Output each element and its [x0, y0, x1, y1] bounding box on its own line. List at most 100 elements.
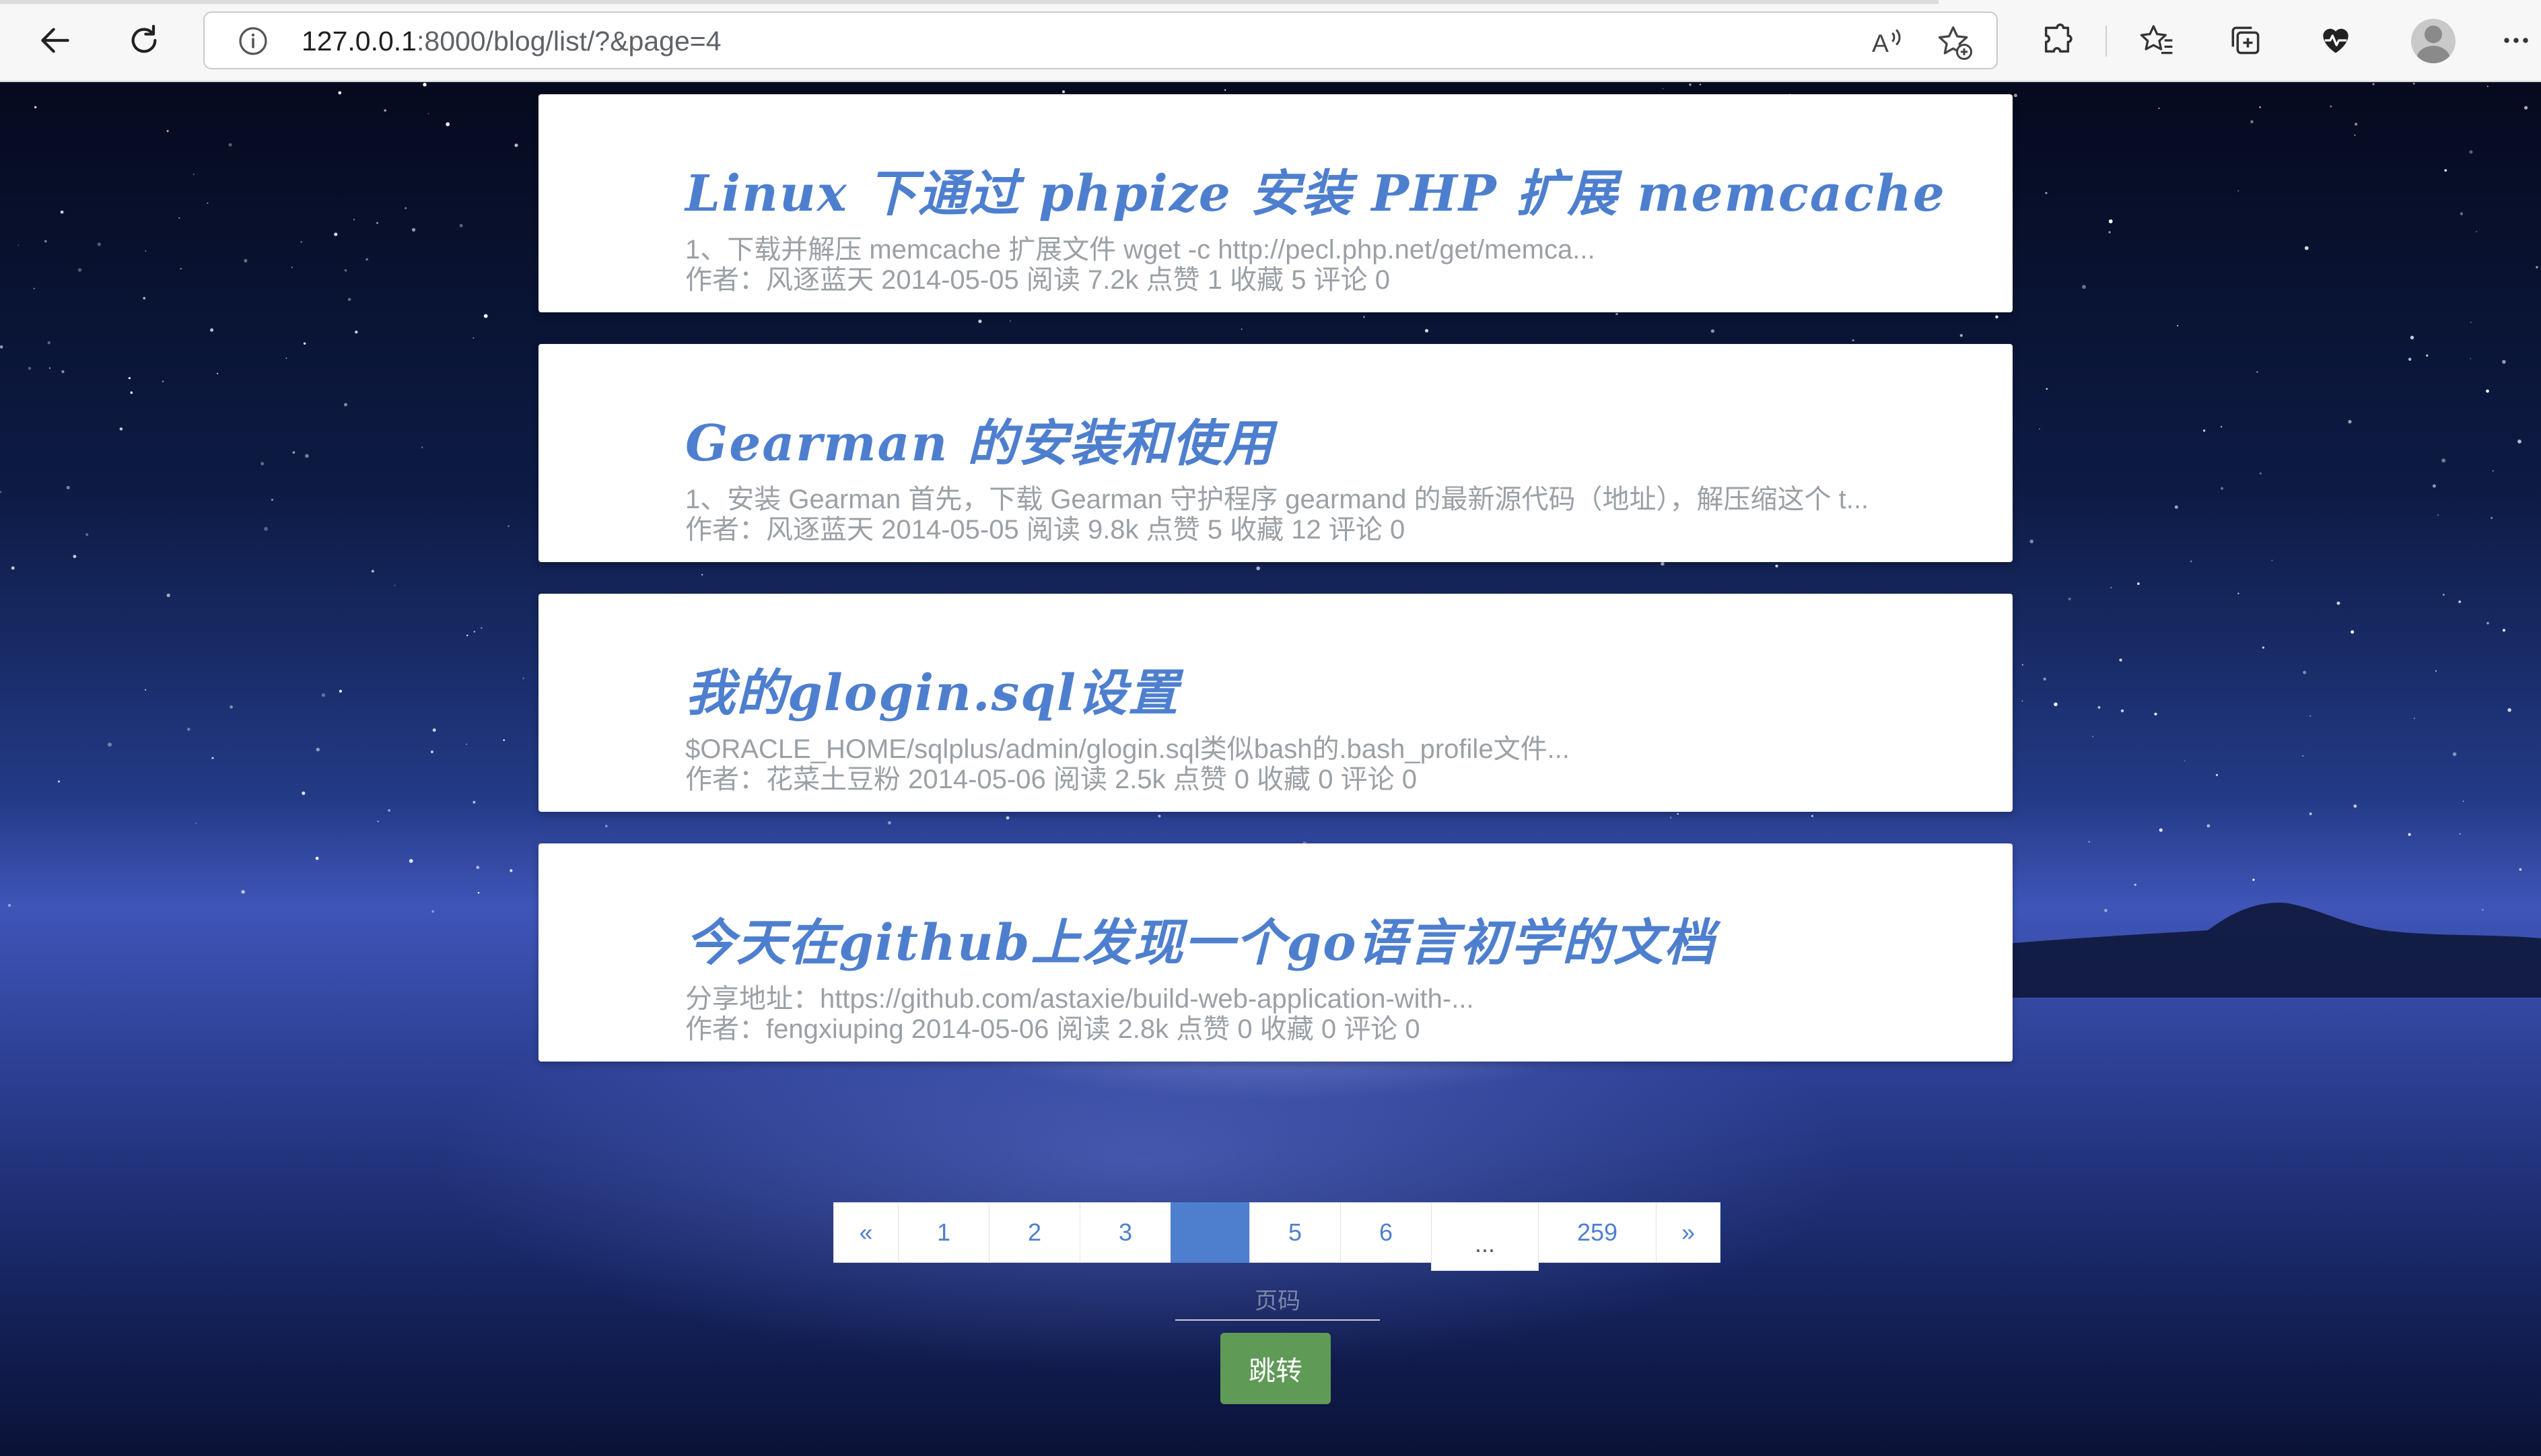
post-card[interactable]: 今天在github上发现一个go语言初学的文档 分享地址：https://git… [538, 843, 2013, 1062]
star [0, 345, 3, 349]
post-title[interactable]: Linux 下通过 phpize 安装 PHP 扩展 memcache [685, 153, 1946, 226]
star [2435, 670, 2437, 672]
heart-pulse-icon [2323, 28, 2348, 53]
add-favorite-icon[interactable] [1936, 24, 1974, 61]
star [2348, 419, 2352, 424]
jump-button[interactable]: 跳转 [1220, 1333, 1331, 1404]
star [2038, 428, 2040, 430]
post-title[interactable]: 今天在github上发现一个go语言初学的文档 [685, 903, 1715, 975]
star [1662, 88, 1664, 90]
star [1615, 312, 1618, 316]
star [2426, 354, 2429, 357]
page-link-3[interactable]: 3 [1080, 1202, 1171, 1263]
star [2259, 472, 2262, 475]
star [2021, 700, 2023, 702]
star [230, 705, 233, 709]
post-card[interactable]: Linux 下通过 phpize 安装 PHP 扩展 memcache 1、下载… [538, 94, 2013, 312]
star [2441, 458, 2446, 463]
star [2043, 677, 2046, 681]
page-link-6[interactable]: 6 [1340, 1202, 1432, 1263]
star [119, 427, 123, 431]
star [2507, 708, 2511, 712]
star [1158, 814, 1161, 818]
page-jump-input[interactable] [1175, 1283, 1380, 1321]
star [217, 372, 219, 374]
star [1677, 812, 1679, 815]
star [300, 241, 303, 243]
star [195, 823, 197, 825]
star [2355, 123, 2358, 126]
star [2046, 388, 2048, 390]
read-aloud-icon[interactable]: A [1867, 24, 1905, 61]
star [2536, 266, 2538, 269]
star [2215, 773, 2219, 776]
star [2029, 539, 2033, 544]
star [228, 143, 232, 147]
star [1256, 566, 1261, 571]
star [503, 739, 505, 741]
favorites-button[interactable] [2128, 12, 2185, 69]
star [44, 240, 47, 243]
page-link-5[interactable]: 5 [1249, 1202, 1341, 1263]
star [1424, 328, 1429, 333]
star [1061, 90, 1066, 94]
star [11, 566, 15, 570]
star [2408, 357, 2412, 361]
star [1995, 315, 1998, 319]
address-bar[interactable]: 127.0.0.1:8000/blog/list/?&page=4 A [203, 11, 1998, 69]
star [508, 525, 510, 528]
star [2470, 321, 2472, 323]
star [58, 780, 60, 783]
page-link-current[interactable] [1171, 1202, 1250, 1263]
star [421, 446, 423, 448]
star [2309, 715, 2311, 717]
profile-avatar[interactable] [2411, 19, 2456, 63]
star [145, 250, 147, 252]
page-next[interactable]: » [1656, 1202, 1720, 1263]
more-menu-button[interactable] [2491, 12, 2541, 69]
star [888, 821, 891, 825]
star [1710, 329, 1714, 333]
refresh-button[interactable] [116, 12, 172, 69]
star [2013, 94, 2017, 98]
star [2410, 335, 2414, 340]
tab-strip-edge [0, 0, 1939, 4]
star [85, 533, 89, 536]
url-path: :8000/blog/list/?&page=4 [417, 26, 722, 57]
star [473, 800, 476, 804]
collections-button[interactable] [2217, 12, 2274, 69]
star [2476, 231, 2478, 233]
toolbar-separator [2105, 26, 2107, 57]
extensions-button[interactable] [2029, 12, 2085, 69]
post-card[interactable]: 我的glogin.sql设置 $ORACLE_HOME/sqlplus/admi… [538, 594, 2013, 812]
star [477, 892, 480, 894]
back-button[interactable] [27, 12, 83, 69]
star [2088, 841, 2090, 843]
address-url[interactable]: 127.0.0.1:8000/blog/list/?&page=4 [302, 26, 722, 57]
star [1699, 83, 1702, 85]
star [466, 634, 468, 637]
star [466, 743, 467, 745]
page-prev[interactable]: « [833, 1202, 899, 1263]
post-card[interactable]: Gearman 的安装和使用 1、安装 Gearman 首先，下载 Gearma… [538, 344, 2013, 562]
star [321, 693, 326, 697]
page-link-last[interactable]: 259 [1538, 1202, 1657, 1263]
post-title[interactable]: Gearman 的安装和使用 [685, 403, 1274, 475]
browser-essentials-button[interactable] [2307, 12, 2364, 69]
star [1811, 814, 1813, 817]
star [271, 498, 274, 501]
star [193, 173, 195, 176]
star [432, 728, 436, 732]
page-link-1[interactable]: 1 [898, 1202, 989, 1263]
star [353, 219, 355, 221]
page-link-2[interactable]: 2 [989, 1202, 1080, 1263]
star [2486, 389, 2489, 393]
page-viewport: Linux 下通过 phpize 安装 PHP 扩展 memcache 1、下载… [0, 82, 2541, 1456]
site-info-icon[interactable] [237, 25, 269, 57]
star [18, 244, 20, 246]
post-meta: 作者：风逐蓝天 2014-05-05 阅读 7.2k 点赞 1 收藏 5 评论 … [685, 265, 1390, 295]
star [2437, 514, 2439, 516]
post-title[interactable]: 我的glogin.sql设置 [685, 653, 1179, 725]
star [2486, 85, 2488, 88]
star [2524, 106, 2528, 110]
